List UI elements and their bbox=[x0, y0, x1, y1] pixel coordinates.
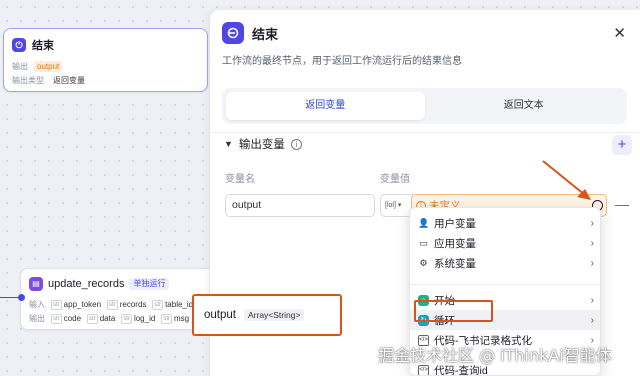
variable-name-input[interactable]: output bbox=[225, 194, 375, 217]
annotation-highlight-box bbox=[414, 300, 493, 322]
menu-item-label: 用户变量 bbox=[434, 217, 476, 230]
inputs-label: 输入 bbox=[29, 300, 45, 309]
end-node-large-icon bbox=[222, 22, 244, 44]
remove-variable-button[interactable]: — bbox=[615, 194, 629, 214]
annotation-arrow bbox=[542, 160, 591, 200]
output-param: str code bbox=[51, 313, 82, 324]
type-badge: str bbox=[51, 313, 62, 324]
chevron-down-icon[interactable]: ▼ bbox=[224, 139, 233, 149]
connection-port[interactable] bbox=[18, 294, 25, 301]
section-divider bbox=[210, 132, 640, 133]
output-param-name: code bbox=[63, 314, 82, 323]
output-param-name: msg bbox=[173, 314, 190, 323]
section-title: 输出变量 bbox=[238, 139, 285, 151]
menu-item-app-variables[interactable]: ▭ 应用变量 › bbox=[410, 233, 600, 253]
popup-variable-name: output bbox=[204, 309, 236, 321]
menu-item-label: 应用变量 bbox=[434, 237, 476, 250]
input-param: str table_id bbox=[152, 299, 194, 310]
type-badge: str bbox=[152, 299, 164, 310]
input-param-name: app_token bbox=[63, 300, 102, 309]
update-records-node-card[interactable]: ▤ update_records 单独运行 ▶ 输入 strapp_tokens… bbox=[20, 268, 221, 330]
chevron-right-icon: › bbox=[590, 257, 594, 269]
end-node-output-chip: output bbox=[34, 61, 63, 72]
update-records-outputs-row: 输出 str code str data str log_id str msg bbox=[29, 313, 189, 324]
type-badge: str bbox=[107, 299, 118, 310]
outputs-label: 输出 bbox=[29, 314, 45, 323]
gear-icon: ⚙ bbox=[419, 257, 428, 268]
popup-variable-type: Array<String> bbox=[243, 309, 305, 321]
input-param-name: records bbox=[119, 300, 147, 309]
plugin-node-icon: ▤ bbox=[29, 277, 43, 291]
column-label-name: 变量名 bbox=[225, 174, 255, 185]
end-node-icon: ⏻ bbox=[12, 38, 26, 52]
run-single-tag[interactable]: 单独运行 bbox=[129, 278, 170, 290]
type-badge: str bbox=[161, 313, 172, 324]
end-node-title: 结束 bbox=[32, 40, 54, 52]
return-mode-tabs: 返回变量 返回文本 bbox=[222, 88, 627, 124]
input-param: str app_token bbox=[51, 299, 102, 310]
chevron-right-icon: › bbox=[590, 294, 594, 306]
end-node-row-label: 输出类型 bbox=[12, 76, 44, 85]
output-param-name: data bbox=[99, 314, 116, 323]
type-badge: str bbox=[87, 313, 98, 324]
watermark-text: 掘金技术社区 @ iThinkAi智能体 bbox=[378, 346, 612, 365]
end-node-type-row: 输出类型 返回变量 bbox=[12, 75, 88, 86]
panel-title: 结束 bbox=[252, 26, 279, 42]
menu-item-system-variables[interactable]: ⚙ 系统变量 › bbox=[410, 253, 600, 273]
input-param-name: table_id bbox=[165, 300, 194, 309]
input-param: str records bbox=[107, 299, 147, 310]
tab-return-variable[interactable]: 返回变量 bbox=[226, 92, 425, 120]
panel-description: 工作流的最终节点，用于返回工作流运行后的结果信息 bbox=[222, 56, 462, 67]
code-icon: </> bbox=[418, 364, 429, 375]
output-param: str data bbox=[87, 313, 116, 324]
type-glyph: [lol] bbox=[385, 202, 396, 209]
app-icon: ▭ bbox=[419, 237, 428, 248]
panel-header: 结束 bbox=[222, 22, 278, 44]
chevron-right-icon: › bbox=[590, 217, 594, 229]
update-records-title: update_records bbox=[48, 278, 125, 290]
output-param: str msg bbox=[161, 313, 190, 324]
type-badge: str bbox=[121, 313, 132, 324]
variable-hover-popup: output Array<String> bbox=[192, 294, 342, 336]
menu-item-label: 系统变量 bbox=[434, 257, 476, 270]
update-records-header: ▤ update_records 单独运行 bbox=[29, 277, 170, 291]
close-icon[interactable]: ✕ bbox=[613, 24, 626, 42]
info-icon[interactable]: i bbox=[290, 138, 302, 150]
end-node-card[interactable]: ⏻ 结束 输出 output 输出类型 返回变量 bbox=[3, 28, 208, 92]
end-node-output-row: 输出 output bbox=[12, 61, 63, 72]
menu-divider bbox=[410, 284, 600, 285]
column-label-value: 变量值 bbox=[380, 174, 410, 185]
tab-return-text[interactable]: 返回文本 bbox=[425, 92, 624, 120]
output-param: str log_id bbox=[121, 313, 156, 324]
add-variable-button[interactable]: + bbox=[612, 135, 632, 155]
end-node-type-value: 返回变量 bbox=[53, 76, 85, 85]
output-param-name: log_id bbox=[133, 314, 156, 323]
end-node-header: ⏻ 结束 bbox=[12, 37, 54, 53]
update-records-inputs-row: 输入 str app_token str records str table_id bbox=[29, 299, 193, 310]
user-icon: 👤 bbox=[418, 217, 430, 228]
chevron-right-icon: › bbox=[590, 237, 594, 249]
type-badge: str bbox=[51, 299, 62, 310]
end-node-row-label: 输出 bbox=[12, 62, 28, 71]
chevron-right-icon: › bbox=[590, 314, 594, 326]
output-variables-section-header[interactable]: ▼ 输出变量 i bbox=[224, 136, 302, 152]
menu-item-user-variables[interactable]: 👤 用户变量 › bbox=[410, 213, 600, 233]
